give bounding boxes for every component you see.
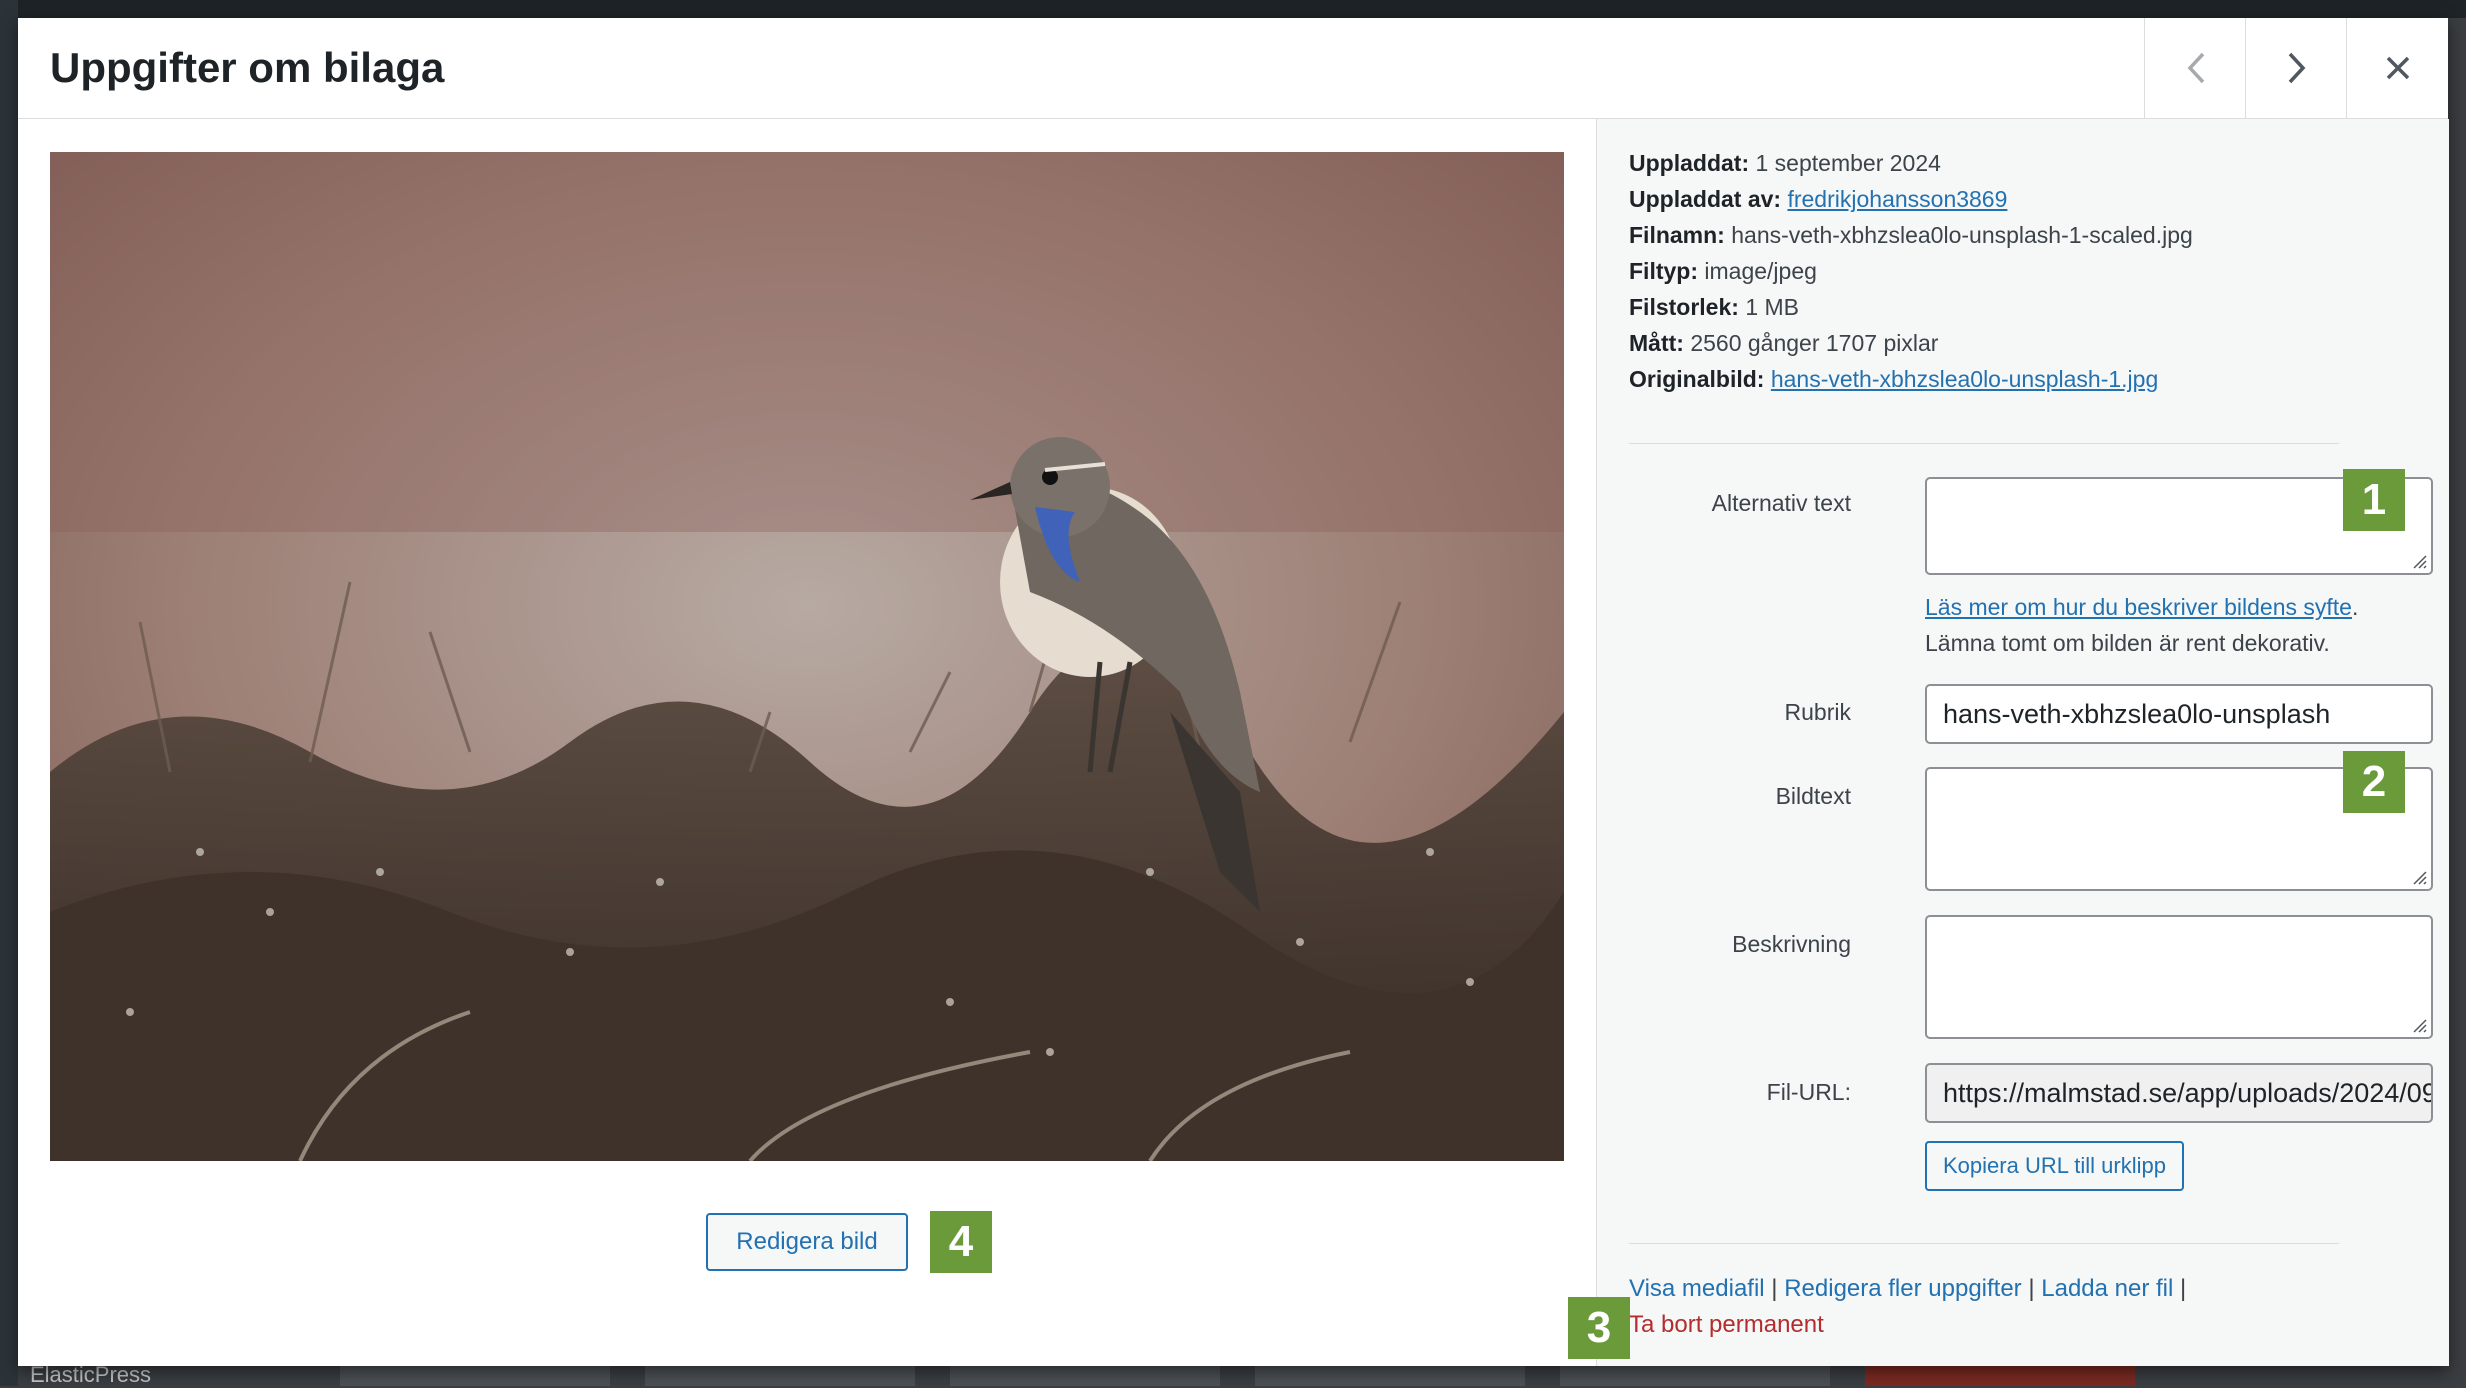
- admin-toolbar: [0, 0, 2466, 18]
- close-modal-button[interactable]: [2346, 18, 2448, 118]
- copy-url-button[interactable]: Kopiera URL till urklipp: [1925, 1141, 2184, 1191]
- description-textarea[interactable]: [1925, 915, 2433, 1039]
- file-url-input[interactable]: https://malmstad.se/app/uploads/2024/09/…: [1925, 1063, 2433, 1123]
- previous-attachment-button[interactable]: [2144, 18, 2246, 118]
- modal-title: Uppgifter om bilaga: [50, 44, 445, 91]
- bluethroat-photo-illustration: [50, 152, 1564, 1161]
- annotation-badge-2: 2: [2343, 751, 2405, 813]
- description-label: Beskrivning: [1732, 931, 1851, 957]
- alt-text-help-note: Lämna tomt om bilden är rent dekorativ.: [1925, 630, 2330, 656]
- resize-grip-icon[interactable]: [2409, 551, 2427, 569]
- image-preview-area: Redigera bild 4: [18, 119, 1595, 1366]
- alt-text-help: Läs mer om hur du beskriver bildens syft…: [1925, 589, 2358, 661]
- edit-image-button[interactable]: Redigera bild: [706, 1213, 908, 1271]
- delete-permanently-link[interactable]: Ta bort permanent: [1629, 1311, 1824, 1338]
- admin-sidebar: [0, 0, 18, 1386]
- background-thumbnail: [340, 1366, 610, 1386]
- caption-label: Bildtext: [1775, 783, 1851, 809]
- divider: [1629, 1243, 2339, 1244]
- attachment-actions: Visa mediafil | Redigera fler uppgifter …: [1629, 1275, 2187, 1338]
- meta-filename: Filnamn: hans-veth-xbhzslea0lo-unsplash-…: [1629, 222, 2193, 248]
- chevron-left-icon: [2187, 52, 2204, 84]
- title-label: Rubrik: [1784, 699, 1851, 725]
- resize-grip-icon[interactable]: [2409, 867, 2427, 885]
- annotation-badge-4: 4: [930, 1211, 992, 1273]
- file-metadata: Uppladdat: 1 september 2024 Uppladdat av…: [1629, 145, 2193, 397]
- annotation-badge-3: 3: [1568, 1297, 1630, 1359]
- meta-original: Originalbild: hans-veth-xbhzslea0lo-unsp…: [1629, 366, 2159, 392]
- meta-uploaded: Uppladdat: 1 september 2024: [1629, 150, 1941, 176]
- meta-filesize: Filstorlek: 1 MB: [1629, 294, 1799, 320]
- file-url-label: Fil-URL:: [1766, 1079, 1851, 1105]
- view-media-link[interactable]: Visa mediafil: [1629, 1275, 1765, 1302]
- resize-grip-icon[interactable]: [2409, 1015, 2427, 1033]
- background-thumbnail: [645, 1366, 915, 1386]
- background-thumbnail: [1560, 1366, 1830, 1386]
- meta-dimensions: Mått: 2560 gånger 1707 pixlar: [1629, 330, 1939, 356]
- close-icon: [2386, 56, 2409, 80]
- background-thumbnail: [950, 1366, 1220, 1386]
- edit-more-details-link[interactable]: Redigera fler uppgifter: [1784, 1275, 2021, 1302]
- alt-text-help-link[interactable]: Läs mer om hur du beskriver bildens syft…: [1925, 594, 2352, 620]
- background-thumbnail: [1865, 1366, 2135, 1386]
- attachment-details-sidebar: Uppladdat: 1 september 2024 Uppladdat av…: [1568, 119, 2449, 1366]
- background-thumbnail: [1255, 1366, 1525, 1386]
- attachment-image: [50, 152, 1564, 1161]
- modal-header: Uppgifter om bilaga: [18, 18, 2448, 119]
- annotation-badge-1: 1: [2343, 469, 2405, 531]
- attachment-details-modal: Uppgifter om bilaga Redigera bild 4 Uppl…: [18, 18, 2449, 1366]
- divider: [1629, 443, 2339, 444]
- original-image-link[interactable]: hans-veth-xbhzslea0lo-unsplash-1.jpg: [1771, 366, 2158, 392]
- meta-filetype: Filtyp: image/jpeg: [1629, 258, 1817, 284]
- alt-text-label: Alternativ text: [1711, 490, 1851, 516]
- title-input[interactable]: hans-veth-xbhzslea0lo-unsplash: [1925, 684, 2433, 744]
- next-attachment-button[interactable]: [2245, 18, 2347, 118]
- meta-uploaded-by: Uppladdat av: fredrikjohansson3869: [1629, 186, 2008, 212]
- uploader-link[interactable]: fredrikjohansson3869: [1787, 186, 2007, 212]
- download-file-link[interactable]: Ladda ner fil: [2041, 1275, 2173, 1302]
- chevron-right-icon: [2288, 52, 2305, 84]
